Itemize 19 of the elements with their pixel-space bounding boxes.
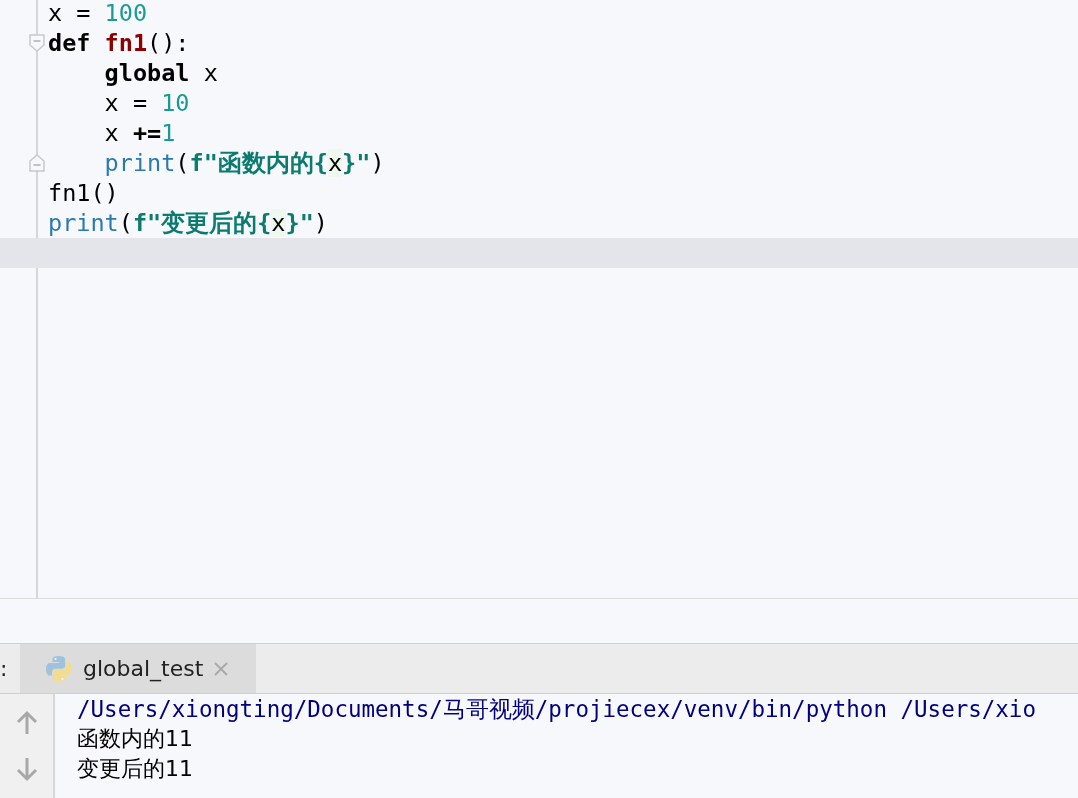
code-line: print(f"变更后的{x}") xyxy=(48,208,328,239)
code-line: def fn1(): xyxy=(48,29,190,57)
code-line: fn1() xyxy=(48,179,119,207)
fold-marker-icon[interactable] xyxy=(29,154,45,172)
panel-label: : xyxy=(0,655,9,683)
fold-marker-icon[interactable] xyxy=(29,34,45,52)
up-arrow-icon[interactable] xyxy=(15,710,38,736)
close-icon[interactable] xyxy=(213,660,230,677)
output-line: 变更后的11 xyxy=(77,755,194,783)
code-line: global x xyxy=(103,59,218,87)
output-line: 函数内的11 xyxy=(77,725,194,753)
command-line: /Users/xiongting/Documents/马哥视频/projiecex/venv/bin/python /Users/xio xyxy=(77,695,1036,724)
code-line: x = 100 xyxy=(48,0,148,27)
down-arrow-icon[interactable] xyxy=(15,756,38,782)
code-line: print(f"函数内的{x}") xyxy=(103,148,385,179)
run-tab[interactable]: global_test xyxy=(20,644,256,693)
code-line: x +=1 xyxy=(103,119,176,147)
python-logo-icon xyxy=(45,654,73,683)
code-line: x = 10 xyxy=(103,89,190,117)
